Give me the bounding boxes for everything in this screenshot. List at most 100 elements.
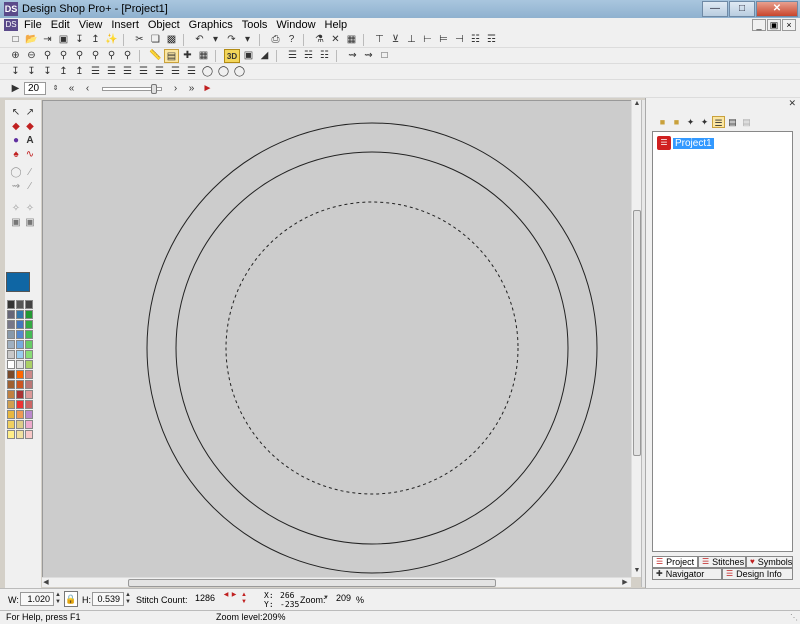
stitch-up-down-icon[interactable]: ▲ ▼ — [240, 592, 248, 606]
group-icon[interactable]: ☷ — [468, 33, 483, 47]
minimize-button[interactable]: — — [702, 1, 728, 17]
color-swatch[interactable] — [16, 320, 24, 329]
undo-dropdown-icon[interactable]: ▾ — [208, 33, 223, 47]
node-edit-icon[interactable]: ⇝ — [345, 49, 360, 63]
new-icon[interactable]: □ — [8, 33, 23, 47]
color-swatch[interactable] — [16, 380, 24, 389]
print-icon[interactable]: ⎙ — [268, 33, 283, 47]
undo-icon[interactable]: ↶ — [192, 33, 207, 47]
arrange-10-icon[interactable]: ☰ — [152, 65, 167, 79]
stitch-density-icon[interactable]: ☵ — [301, 49, 316, 63]
save-icon[interactable]: ▣ — [56, 33, 71, 47]
monogram-tool-icon[interactable]: ♠ — [9, 148, 23, 161]
arrange-11-icon[interactable]: ☰ — [168, 65, 183, 79]
reset-player-icon[interactable]: ► — [200, 82, 215, 96]
color-swatch[interactable] — [7, 410, 15, 419]
slider-thumb[interactable] — [151, 83, 157, 94]
needle-icon[interactable]: ☷ — [317, 49, 332, 63]
step-input[interactable]: 20 — [24, 82, 46, 95]
redo-icon[interactable]: ↷ — [224, 33, 239, 47]
step-back-icon[interactable]: ‹ — [80, 82, 95, 96]
project-tree[interactable]: ☰ Project1 — [652, 131, 793, 552]
line-tool-icon[interactable]: ∕ — [23, 166, 37, 179]
color-swatch[interactable] — [25, 410, 33, 419]
bezier-tool-icon[interactable]: ⇝ — [9, 180, 23, 193]
color-swatch[interactable] — [7, 300, 15, 309]
menu-file[interactable]: File — [24, 19, 42, 31]
arrange-9-icon[interactable]: ☰ — [136, 65, 151, 79]
color-swatch[interactable] — [25, 400, 33, 409]
menu-help[interactable]: Help — [325, 19, 348, 31]
arrange-2-icon[interactable]: ↧ — [24, 65, 39, 79]
color-swatch[interactable] — [25, 430, 33, 439]
doc-close-button[interactable]: × — [782, 19, 796, 31]
sort-icon[interactable]: ☰ — [712, 116, 725, 128]
crosshair-icon[interactable]: ✚ — [180, 49, 195, 63]
color-swatch[interactable] — [7, 400, 15, 409]
color-swatch[interactable] — [16, 400, 24, 409]
zoom-value[interactable]: 209 — [332, 592, 354, 606]
cut-icon[interactable]: ✂ — [132, 33, 147, 47]
document-icon[interactable]: DS — [4, 19, 18, 31]
arrange-4-icon[interactable]: ↥ — [56, 65, 71, 79]
arrange-5-icon[interactable]: ↥ — [72, 65, 87, 79]
save-stitches-icon[interactable]: ↧ — [72, 33, 87, 47]
play-icon[interactable]: ▶ — [8, 82, 23, 96]
zoom-out-icon[interactable]: ⊖ — [24, 49, 39, 63]
arrange-6-icon[interactable]: ☰ — [88, 65, 103, 79]
color-swatch[interactable] — [16, 370, 24, 379]
fill-tool-icon[interactable]: ◆ — [23, 120, 37, 133]
align-top-icon[interactable]: ⊤ — [372, 33, 387, 47]
current-color-swatch[interactable] — [6, 272, 30, 292]
color-swatch[interactable] — [16, 300, 24, 309]
color-swatch[interactable] — [7, 310, 15, 319]
zoom-selection-icon[interactable]: ⚲ — [120, 49, 135, 63]
width-field[interactable]: 1.020 — [20, 592, 54, 606]
scroll-left-icon[interactable]: ◀ — [42, 579, 50, 587]
arrange-1-icon[interactable]: ↧ — [8, 65, 23, 79]
color-swatch[interactable] — [7, 380, 15, 389]
fast-forward-icon[interactable]: » — [184, 82, 199, 96]
color-swatch[interactable] — [25, 380, 33, 389]
arrange-7-icon[interactable]: ☰ — [104, 65, 119, 79]
menu-object[interactable]: Object — [148, 19, 180, 31]
zoom-all-icon[interactable]: ⚲ — [72, 49, 87, 63]
grid-icon[interactable]: ▦ — [196, 49, 211, 63]
scroll-right-icon[interactable]: ▶ — [621, 579, 629, 587]
color-swatch[interactable] — [25, 370, 33, 379]
arrange-8-icon[interactable]: ☰ — [120, 65, 135, 79]
redo-dropdown-icon[interactable]: ▾ — [240, 33, 255, 47]
stitch-next-icon[interactable]: ▶ — [230, 592, 238, 606]
folder-new-icon[interactable]: ■ — [670, 116, 683, 128]
color-swatch[interactable] — [7, 320, 15, 329]
color-swatch[interactable] — [25, 350, 33, 359]
tab-symbols[interactable]: ♥ Symbols — [746, 556, 793, 568]
horizontal-scroll-thumb[interactable] — [128, 579, 496, 587]
stitch-tool-icon[interactable]: ⚗ — [312, 33, 327, 47]
menu-tools[interactable]: Tools — [242, 19, 268, 31]
vertical-scroll-thumb[interactable] — [633, 210, 641, 456]
color-swatch[interactable] — [16, 340, 24, 349]
step-forward-icon[interactable]: › — [168, 82, 183, 96]
select-arrow-icon[interactable]: ↖ — [9, 106, 23, 119]
properties-icon[interactable]: ▤ — [740, 116, 753, 128]
menu-graphics[interactable]: Graphics — [189, 19, 233, 31]
stitch-prev-icon[interactable]: ◀ — [222, 592, 230, 606]
node-select-icon[interactable]: ↗ — [23, 106, 37, 119]
align-center-icon[interactable]: ⊨ — [436, 33, 451, 47]
menu-window[interactable]: Window — [276, 19, 315, 31]
color-swatch[interactable] — [7, 390, 15, 399]
arrange-13-icon[interactable]: ◯ — [200, 65, 215, 79]
delete-icon[interactable]: ✕ — [328, 33, 343, 47]
combine-tool-icon[interactable]: ▣ — [9, 216, 23, 229]
doc-restore-button[interactable]: ▣ — [767, 19, 781, 31]
open-icon[interactable]: 📂 — [24, 33, 39, 47]
scroll-up-icon[interactable]: ▲ — [633, 100, 641, 108]
paste-icon[interactable]: ▩ — [164, 33, 179, 47]
freehand-tool-icon[interactable]: ∕ — [23, 180, 37, 193]
color-swatch[interactable] — [16, 420, 24, 429]
zoom-dropdown-icon[interactable]: ▼ — [322, 595, 330, 609]
color-swatch[interactable] — [16, 430, 24, 439]
ruler-icon[interactable]: 📏 — [148, 49, 163, 63]
color-swatch[interactable] — [25, 340, 33, 349]
